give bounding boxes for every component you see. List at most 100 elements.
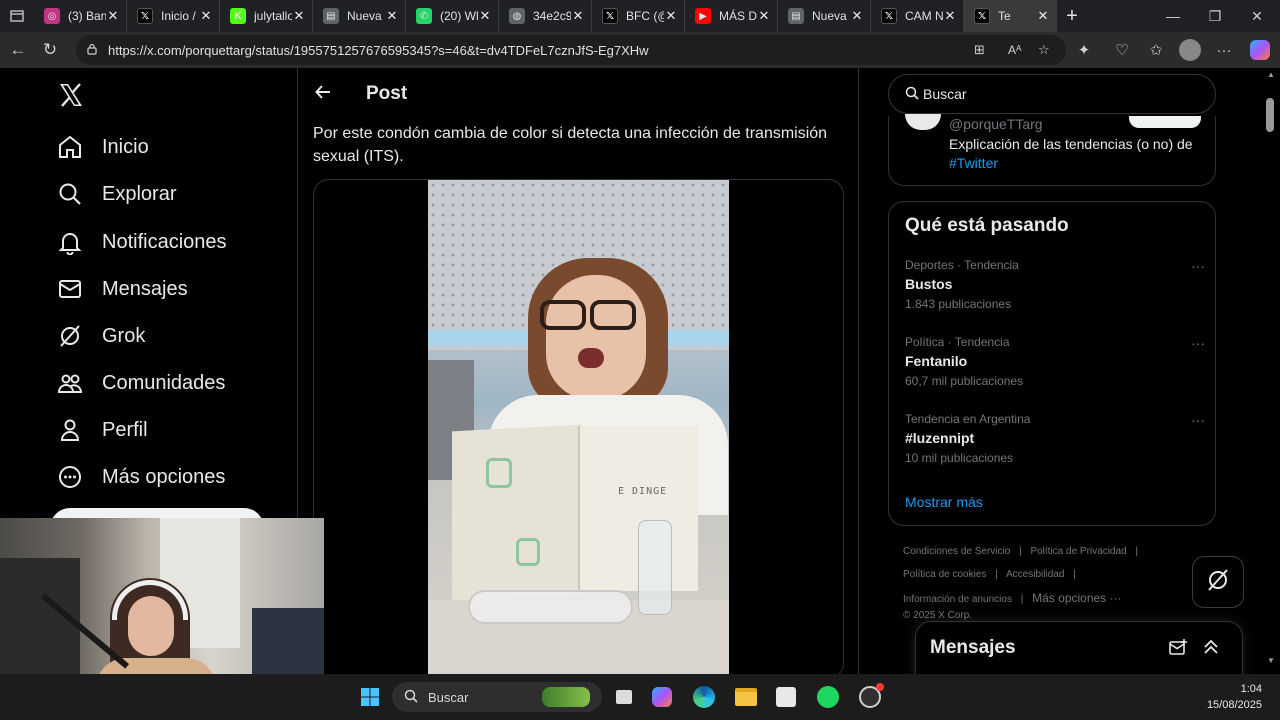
url-field[interactable]: https://x.com/porquettarg/status/1955751… <box>76 35 1066 65</box>
refresh-icon[interactable]: ↻ <box>34 34 66 66</box>
close-tab-icon[interactable]: ✕ <box>199 8 213 24</box>
back-icon[interactable]: ← <box>2 34 34 66</box>
follow-button[interactable] <box>1129 116 1201 128</box>
footer-link[interactable]: Información de anuncios <box>903 594 1012 605</box>
page-scrollbar[interactable]: ▲ ▼ <box>1262 68 1280 674</box>
more-options-icon[interactable]: ··· <box>1191 258 1205 274</box>
spotify-icon[interactable] <box>814 683 842 711</box>
browser-essentials-icon[interactable]: ♡ <box>1106 34 1138 66</box>
close-window-button[interactable]: ✕ <box>1234 0 1280 32</box>
browser-tab[interactable]: ▤ Nueva pestaña✕ <box>778 0 871 32</box>
sidebar-item-label: Mensajes <box>102 277 188 300</box>
close-tab-icon[interactable]: ✕ <box>850 8 864 24</box>
x-logo-icon[interactable] <box>58 82 86 110</box>
browser-tab[interactable]: ▶ MÁS DE✕ <box>685 0 778 32</box>
browser-tab[interactable]: 𝕏 Inicio / X✕ <box>127 0 220 32</box>
new-message-icon[interactable] <box>1168 638 1188 663</box>
close-tab-icon[interactable]: ✕ <box>757 8 771 24</box>
close-tab-icon[interactable]: ✕ <box>292 8 306 24</box>
favorites-icon[interactable]: ✩ <box>1140 34 1172 66</box>
scroll-down-icon[interactable]: ▼ <box>1267 656 1275 665</box>
trend-item[interactable]: Tendencia en Argentina #luzennipt 10 mil… <box>905 412 1205 465</box>
close-tab-icon[interactable]: ✕ <box>664 8 678 24</box>
post-media[interactable]: E DINGE <box>313 179 844 679</box>
browser-tab[interactable]: 𝕏 CAM NA✕ <box>871 0 964 32</box>
browser-tab[interactable]: ▤ Nueva pestaña✕ <box>313 0 406 32</box>
avatar[interactable] <box>905 114 941 130</box>
profile-avatar[interactable] <box>1174 34 1206 66</box>
search-input[interactable]: Buscar <box>888 74 1216 114</box>
sidebar-item-inicio[interactable]: Inicio <box>52 127 149 167</box>
x-icon: 𝕏 <box>602 8 618 24</box>
footer-link[interactable]: Política de Privacidad <box>1030 546 1126 557</box>
settings-more-icon[interactable]: ··· <box>1208 34 1240 66</box>
glasses-left <box>540 300 586 330</box>
file-explorer-icon[interactable] <box>732 683 760 711</box>
extensions-icon[interactable]: ✦ <box>1068 34 1100 66</box>
sidebar-item-mas-opciones[interactable]: Más opciones <box>52 457 225 497</box>
browser-tab[interactable]: ◍ 34e2c9 ✕ <box>499 0 592 32</box>
sidebar-item-mensajes[interactable]: Mensajes <box>52 269 188 309</box>
windows-start-icon[interactable] <box>356 683 384 711</box>
taskbar-date: 15/08/2025 <box>1206 699 1262 711</box>
sidebar-item-label: Explorar <box>102 182 177 205</box>
footer-link[interactable]: Política de cookies <box>903 569 986 580</box>
close-tab-icon[interactable]: ✕ <box>478 8 492 24</box>
app-available-icon[interactable]: ⊞ <box>974 42 985 58</box>
sidebar-item-perfil[interactable]: Perfil <box>52 410 148 450</box>
trend-category: Tendencia en Argentina <box>905 412 1031 426</box>
trend-item[interactable]: Política · Tendencia Fentanilo 60,7 mil … <box>905 335 1205 388</box>
video-player[interactable]: E DINGE <box>428 180 729 678</box>
close-tab-icon[interactable]: ✕ <box>1036 8 1050 24</box>
scroll-up-icon[interactable]: ▲ <box>1267 70 1275 79</box>
more-options-icon[interactable]: ··· <box>1191 335 1205 351</box>
browser-tab[interactable]: Kjulytallowsky✕ <box>220 0 313 32</box>
browser-tab[interactable]: ✆ (20) WhatsApp✕ <box>406 0 499 32</box>
grok-icon <box>52 322 88 350</box>
person-icon <box>52 416 88 444</box>
expand-up-icon[interactable] <box>1202 638 1220 661</box>
edge-icon[interactable] <box>690 683 718 711</box>
copilot-app-icon[interactable] <box>648 683 676 711</box>
scrollbar-thumb[interactable] <box>1266 98 1274 132</box>
favorite-star-icon[interactable]: ☆ <box>1038 42 1050 58</box>
close-tab-icon[interactable]: ✕ <box>571 8 585 24</box>
browser-tab[interactable]: 𝕏 BFC (@✕ <box>592 0 685 32</box>
read-aloud-icon[interactable]: Aᴬ <box>1008 43 1021 57</box>
browser-tab[interactable]: 𝕏 Te ✕ <box>964 0 1057 32</box>
browser-tab[interactable]: ◎ (3) Bandeja✕ <box>34 0 127 32</box>
grok-fab-button[interactable] <box>1192 556 1244 608</box>
show-more-link[interactable]: Mostrar más <box>905 494 983 510</box>
x-icon: 𝕏 <box>881 8 897 24</box>
sidebar-item-grok[interactable]: Grok <box>52 316 145 356</box>
sidebar-item-comunidades[interactable]: Comunidades <box>52 363 225 403</box>
footer-link[interactable]: Accesibilidad <box>1006 569 1064 580</box>
main-column: Post Por este condón cambia de color si … <box>299 68 859 679</box>
trend-item[interactable]: Deportes · Tendencia Bustos 1.843 public… <box>905 258 1205 311</box>
profile-card: @porqueTTarg Explicación de las tendenci… <box>888 114 1216 186</box>
tab-actions-icon[interactable] <box>0 0 34 32</box>
messages-drawer[interactable]: Mensajes <box>915 621 1243 681</box>
mouth <box>578 348 604 368</box>
tab-title: Te <box>998 9 1011 23</box>
footer-link[interactable]: Más opciones ··· <box>1032 591 1121 605</box>
taskbar-search[interactable]: Buscar <box>392 682 602 712</box>
sidebar-item-notificaciones[interactable]: Notificaciones <box>52 222 227 262</box>
footer-links-row: Política de cookies | Accesibilidad | <box>903 569 1076 580</box>
close-tab-icon[interactable]: ✕ <box>106 8 120 24</box>
profile-hashtag-link[interactable]: #Twitter <box>949 155 998 171</box>
more-options-icon[interactable]: ··· <box>1191 412 1205 428</box>
trends-title: Qué está pasando <box>905 215 1069 236</box>
maximize-button[interactable]: ❐ <box>1192 0 1238 32</box>
footer-link[interactable]: Condiciones de Servicio <box>903 546 1010 557</box>
new-tab-button[interactable]: + <box>1057 0 1087 32</box>
close-tab-icon[interactable]: ✕ <box>943 8 957 24</box>
minimize-button[interactable]: — <box>1150 0 1196 32</box>
obs-icon[interactable] <box>856 683 884 711</box>
sidebar-item-explorar[interactable]: Explorar <box>52 174 176 214</box>
back-arrow-icon[interactable] <box>313 82 333 102</box>
task-view-icon[interactable] <box>610 683 638 711</box>
close-tab-icon[interactable]: ✕ <box>385 8 399 24</box>
copilot-icon[interactable] <box>1244 34 1276 66</box>
microsoft-store-icon[interactable] <box>772 683 800 711</box>
